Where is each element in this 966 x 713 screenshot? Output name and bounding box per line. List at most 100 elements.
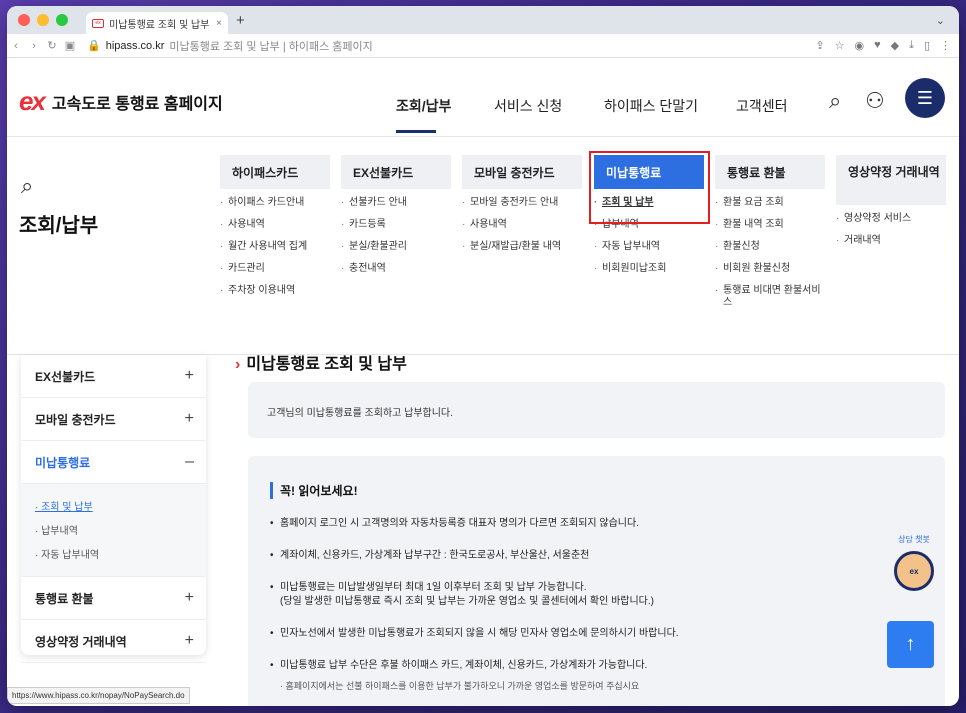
mega-section-title: 조회/납부 (19, 215, 99, 237)
url-field[interactable]: 🔒 hipass.co.kr 미납통행료 조회 및 납부 | 하이패스 홈페이지 (87, 38, 373, 54)
extension-icon[interactable]: ◉ (854, 39, 864, 52)
menu-item[interactable]: 환불 내역 조회 (715, 219, 825, 231)
gnb-hipass-device[interactable]: 하이패스 단말기 (604, 96, 698, 116)
puzzle-icon[interactable]: ◆ (891, 39, 899, 52)
mascot-icon[interactable]: ex (894, 551, 934, 591)
chatbot-label: 상담 챗봇 (898, 535, 930, 544)
sidebar-item-mobile-card[interactable]: 모바일 충전카드 + (21, 398, 206, 441)
browser-tab[interactable]: ex 미납통행료 조회 및 납부 | 하이패스 × (86, 12, 228, 34)
forward-icon[interactable]: › (25, 40, 43, 52)
sidebar-item-label: 미납통행료 (35, 455, 91, 470)
sidebar-subitem-current[interactable]: · 조회 및 납부 (35, 498, 192, 513)
collapse-icon[interactable]: – (185, 453, 194, 471)
menu-item[interactable]: 하이패스 카드안내 (220, 197, 330, 209)
menu-item[interactable]: 사용내역 (462, 219, 582, 231)
chatbot-widget[interactable]: 상담 챗봇 ex (889, 534, 939, 604)
description-text: 고객님의 미납통행료를 조회하고 납부합니다. (267, 408, 453, 419)
download-icon[interactable]: ⤓ (909, 39, 914, 52)
logo-text: 고속도로 통행료 홈페이지 (51, 95, 223, 113)
minimize-window-button[interactable] (37, 14, 49, 26)
lock-icon: 🔒 (87, 40, 101, 52)
gnb-customer-center[interactable]: 고객센터 (736, 96, 788, 116)
menu-col-hipass-card: 하이패스카드 하이패스 카드안내 사용내역 월간 사용내역 집계 카드관리 주차… (220, 155, 330, 307)
gnb-service-apply[interactable]: 서비스 신청 (494, 96, 562, 116)
browser-window: ex 미납통행료 조회 및 납부 | 하이패스 × + ⌄ ‹ › ↻ ▣ 🔒 … (7, 6, 959, 706)
expand-icon[interactable]: + (185, 367, 194, 385)
sidebar-item-label: 모바일 충전카드 (35, 412, 116, 427)
site-logo[interactable]: ex 고속도로 통행료 홈페이지 (19, 86, 223, 117)
menu-item[interactable]: 선불카드 안내 (341, 197, 451, 209)
menu-item[interactable]: 월간 사용내역 집계 (220, 241, 330, 253)
notice-item: 계좌이체, 신용카드, 가상계좌 납부구간 : 한국도로공사, 부산울산, 서울… (270, 549, 945, 563)
menu-item[interactable]: 주차장 이용내역 (220, 285, 330, 297)
menu-col-head[interactable]: 모바일 충전카드 (462, 155, 582, 189)
close-window-button[interactable] (18, 14, 30, 26)
menu-item[interactable]: 영상약정 서비스 (836, 213, 946, 225)
scroll-top-button[interactable]: ↑ (887, 621, 934, 668)
menu-item[interactable]: 비회원 환불신청 (715, 263, 825, 275)
sidebar-icon[interactable]: ▯ (924, 39, 930, 52)
bookmark-icon[interactable]: ☆ (835, 39, 845, 52)
menu-item[interactable]: 모바일 충전카드 안내 (462, 197, 582, 209)
menu-item[interactable]: 분실/재발급/환불 내역 (462, 241, 582, 253)
sidebar-item-label: 통행료 환불 (35, 591, 94, 606)
sidebar-subitem[interactable]: · 자동 납부내역 (35, 546, 192, 561)
reader-icon[interactable]: ▣ (61, 39, 79, 52)
back-icon[interactable]: ‹ (7, 40, 25, 52)
share-icon[interactable]: ⇪ (815, 39, 824, 52)
menu-col-mobile-card: 모바일 충전카드 모바일 충전카드 안내 사용내역 분실/재발급/환불 내역 (462, 155, 582, 263)
menu-item[interactable]: 카드등록 (341, 219, 451, 231)
sidebar-item-unpaid-toll[interactable]: 미납통행료 – (21, 441, 206, 484)
menu-col-head[interactable]: 하이패스카드 (220, 155, 330, 189)
active-gnb-underline (396, 130, 436, 133)
site-favicon-icon: ex (92, 18, 104, 28)
notice-item: 미납통행료는 미납발생일부터 최대 1일 이후부터 조회 및 납부 가능합니다.… (270, 581, 945, 609)
sidebar-item-label: EX선불카드 (35, 369, 96, 384)
menu-item[interactable]: 자동 납부내역 (594, 241, 704, 253)
reload-icon[interactable]: ↻ (43, 39, 61, 52)
sidebar-submenu: · 조회 및 납부 · 납부내역 · 자동 납부내역 (21, 484, 206, 577)
mega-menu: ⌕ 조회/납부 하이패스카드 하이패스 카드안내 사용내역 월간 사용내역 집계… (7, 137, 959, 355)
user-icon[interactable]: ⚇ (865, 88, 885, 114)
extensions-toolbar: ⇪ ☆ ◉ ♥ ◆ ⤓ ▯ ⋮ (815, 39, 951, 52)
sidebar-item-ex-prepaid[interactable]: EX선불카드 + (21, 355, 206, 398)
search-icon[interactable]: ⌕ (829, 88, 841, 114)
menu-item[interactable]: 거래내역 (836, 235, 946, 247)
expand-icon[interactable]: + (185, 410, 194, 428)
menu-col-head[interactable]: 영상약정 거래내역 (836, 155, 946, 205)
menu-col-head[interactable]: 통행료 환불 (715, 155, 825, 189)
menu-item[interactable]: 충전내역 (341, 263, 451, 275)
new-tab-button[interactable]: + (236, 12, 245, 29)
chevron-right-icon: › (235, 356, 241, 373)
expand-icon[interactable]: + (185, 589, 194, 607)
notice-box: 꼭! 읽어보세요! 홈페이지 로그인 시 고객명의와 자동차등록증 대표자 명의… (248, 456, 945, 706)
zoom-window-button[interactable] (56, 14, 68, 26)
sidebar-item-label: 영상약정 거래내역 (35, 634, 127, 649)
menu-item[interactable]: 환불신청 (715, 241, 825, 253)
shield-icon[interactable]: ♥ (874, 39, 881, 52)
menu-col-head[interactable]: EX선불카드 (341, 155, 451, 189)
menu-item[interactable]: 분실/환불관리 (341, 241, 451, 253)
sidebar-item-toll-refund[interactable]: 통행료 환불 + (21, 577, 206, 620)
menu-item[interactable]: 비회원미납조회 (594, 263, 704, 275)
menu-item[interactable]: 카드관리 (220, 263, 330, 275)
hamburger-menu-button[interactable]: ☰ (905, 78, 945, 118)
url-page-title: 미납통행료 조회 및 납부 | 하이패스 홈페이지 (169, 40, 373, 53)
notice-item: 홈페이지 로그인 시 고객명의와 자동차등록증 대표자 명의가 다르면 조회되지… (270, 517, 945, 531)
ex-logo-mark: ex (19, 86, 46, 116)
notice-subitem: · 홈페이지에서는 선불 하이패스를 이용한 납부가 불가하오니 가까운 영업소… (280, 681, 640, 691)
notice-item: 미납통행료 납부 수단은 후불 하이패스 카드, 계좌이체, 신용카드, 가상계… (270, 659, 945, 693)
menu-item[interactable]: 환불 요금 조회 (715, 197, 825, 209)
menu-dots-icon[interactable]: ⋮ (940, 39, 951, 52)
menu-item[interactable]: 사용내역 (220, 219, 330, 231)
sidebar-item-video-contract[interactable]: 영상약정 거래내역 + (21, 620, 206, 663)
site-header: ex 고속도로 통행료 홈페이지 조회/납부 서비스 신청 하이패스 단말기 고… (7, 58, 959, 137)
tab-list-chevron-icon[interactable]: ⌄ (936, 14, 945, 27)
tab-close-icon[interactable]: × (216, 18, 222, 29)
menu-col-toll-refund: 통행료 환불 환불 요금 조회 환불 내역 조회 환불신청 비회원 환불신청 통… (715, 155, 825, 319)
gnb-lookup-pay[interactable]: 조회/납부 (396, 96, 451, 116)
expand-icon[interactable]: + (185, 632, 194, 650)
menu-item[interactable]: 통행료 비대면 환불서비스 (715, 285, 825, 309)
page-title: › 미납통행료 조회 및 납부 (235, 356, 407, 373)
sidebar-subitem[interactable]: · 납부내역 (35, 522, 192, 537)
